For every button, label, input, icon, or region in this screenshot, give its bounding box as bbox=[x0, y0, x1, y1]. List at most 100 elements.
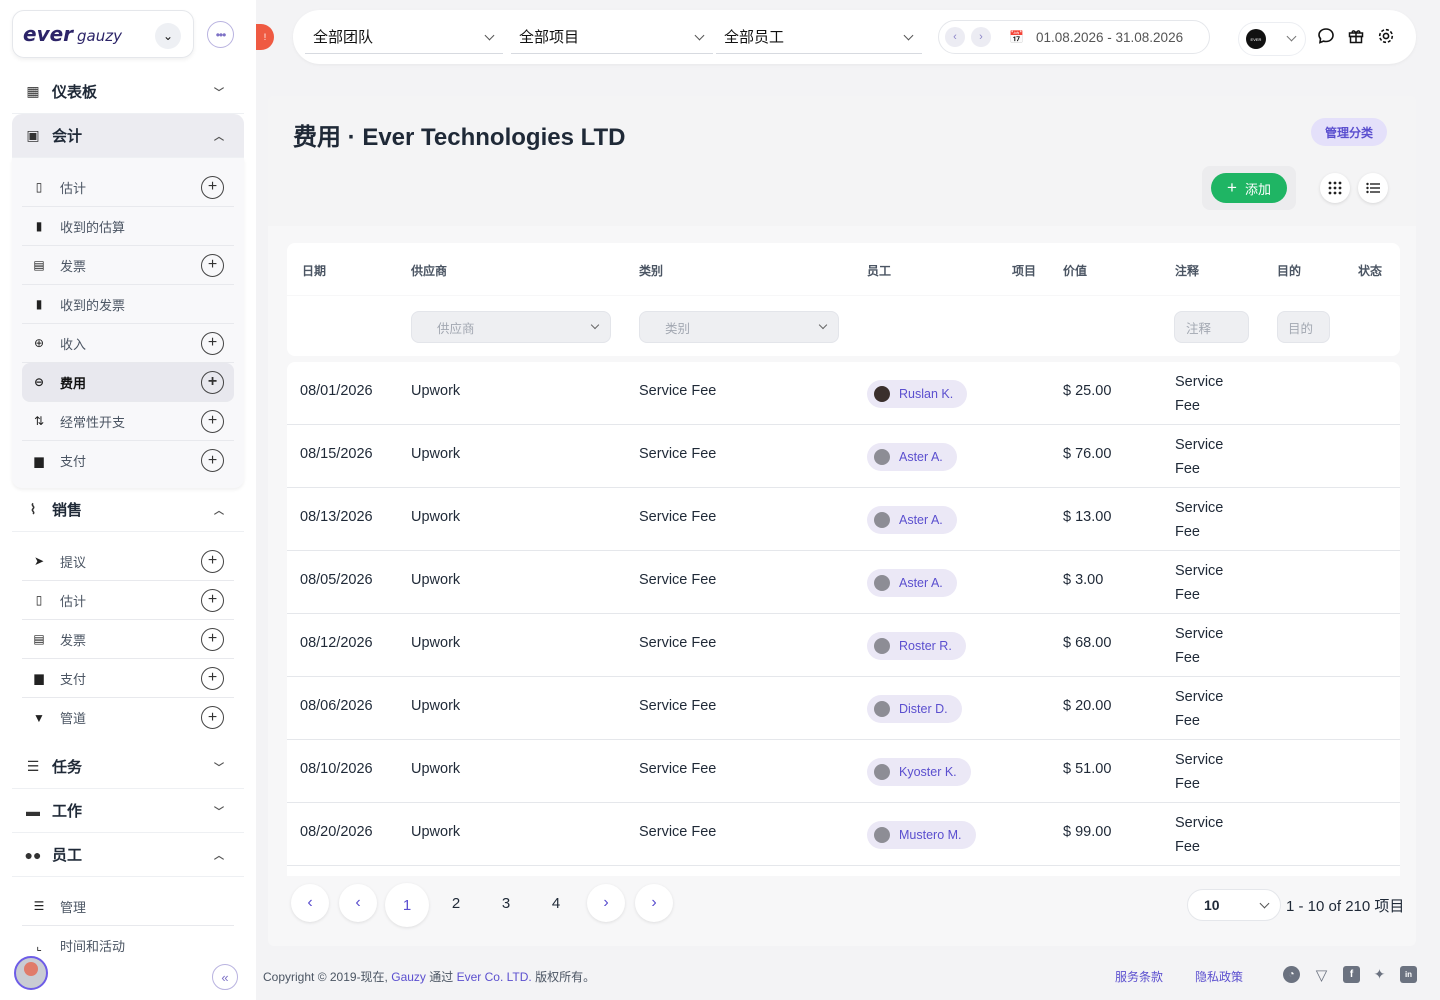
nav-group-0[interactable]: ▦ 仪表板 ﹀ bbox=[12, 70, 244, 114]
column-date[interactable]: 日期 bbox=[302, 262, 326, 279]
employee-badge[interactable]: Roster R. bbox=[867, 632, 966, 660]
settings-icon[interactable] bbox=[1376, 26, 1396, 46]
table-row[interactable]: 08/10/2026 Upwork Service Fee Kyoster K. $ 5… bbox=[287, 740, 1400, 803]
user-avatar[interactable] bbox=[14, 956, 48, 990]
chevron-up-icon[interactable]: ︿ bbox=[214, 502, 224, 517]
nav-group-1[interactable]: ▣ 会计 ︿ bbox=[12, 114, 244, 158]
chat-icon[interactable] bbox=[1316, 26, 1336, 46]
add-icon[interactable]: + bbox=[201, 666, 224, 690]
employee-badge[interactable]: Dister D. bbox=[867, 695, 962, 723]
linkedin-icon[interactable]: in bbox=[1400, 966, 1417, 983]
team-select[interactable]: 全部团队 bbox=[305, 20, 503, 54]
column-notes[interactable]: 注释 bbox=[1175, 262, 1199, 279]
per-page-select[interactable]: 10 bbox=[1187, 889, 1281, 921]
employee-badge[interactable]: Aster A. bbox=[867, 506, 957, 534]
table-row[interactable]: 08/01/2026 Upwork Service Fee Ruslan K. $ 25… bbox=[287, 362, 1400, 425]
list-view-icon[interactable] bbox=[1358, 173, 1388, 203]
add-icon[interactable]: + bbox=[201, 588, 224, 612]
prev-page-icon[interactable]: ‹ bbox=[339, 884, 377, 922]
twitter-icon[interactable]: ✦ bbox=[1371, 966, 1388, 983]
page-1-button[interactable]: 1 bbox=[385, 883, 429, 927]
next-period-icon[interactable]: › bbox=[971, 27, 991, 47]
privacy-link[interactable]: 隐私政策 bbox=[1195, 968, 1243, 985]
table-row[interactable]: 08/12/2026 Upwork Service Fee Roster R. $ 68… bbox=[287, 614, 1400, 677]
company-link[interactable]: Ever Co. LTD. bbox=[457, 970, 532, 984]
sidebar-item[interactable]: ☰ 管理 bbox=[22, 887, 234, 926]
table-row[interactable]: 08/13/2026 Upwork Service Fee Aster A. $ 13.… bbox=[287, 488, 1400, 551]
gitlab-icon[interactable]: ▽ bbox=[1313, 966, 1330, 984]
sidebar-item[interactable]: ▼ 管道 + bbox=[22, 698, 234, 737]
notification-tab[interactable]: ! bbox=[256, 24, 274, 50]
next-page-icon[interactable]: › bbox=[587, 884, 625, 922]
sidebar-item[interactable]: ▤ 发票 + bbox=[22, 246, 234, 285]
add-icon[interactable]: + bbox=[201, 706, 224, 729]
sidebar-item[interactable]: ⊕ 收入 + bbox=[22, 324, 234, 363]
sidebar-item[interactable]: ▆ 支付 + bbox=[22, 441, 234, 480]
category-filter[interactable]: 类别 bbox=[639, 311, 839, 343]
terms-link[interactable]: 服务条款 bbox=[1115, 968, 1163, 985]
table-row[interactable]: 08/06/2026 Upwork Service Fee Dister D. $ 20… bbox=[287, 677, 1400, 740]
more-options-icon[interactable]: ••• bbox=[207, 21, 234, 48]
date-range-picker[interactable]: ‹ › 📅 01.08.2026 - 31.08.2026 bbox=[938, 20, 1210, 54]
sidebar-item[interactable]: ⌞ 时间和活动 bbox=[22, 926, 234, 954]
add-icon[interactable]: + bbox=[201, 627, 224, 651]
add-icon[interactable]: + bbox=[201, 253, 224, 277]
chevron-down-icon[interactable]: ⌄ bbox=[155, 23, 181, 49]
chevron-up-icon[interactable]: ︿ bbox=[214, 128, 224, 143]
sidebar-item[interactable]: ▮ 收到的估算 bbox=[22, 207, 234, 246]
chevron-up-icon[interactable]: ︿ bbox=[214, 847, 224, 862]
manage-categories-button[interactable]: 管理分类 bbox=[1311, 118, 1387, 146]
github-icon[interactable]: ◔ bbox=[1283, 966, 1300, 983]
add-icon[interactable]: + bbox=[201, 331, 224, 355]
sidebar-item[interactable]: ▯ 估计 + bbox=[22, 581, 234, 620]
add-icon[interactable]: + bbox=[201, 549, 224, 573]
gauzy-link[interactable]: Gauzy bbox=[391, 970, 426, 984]
chevron-down-icon[interactable]: ﹀ bbox=[214, 759, 224, 774]
nav-group-3[interactable]: ☰ 任务 ﹀ bbox=[12, 745, 244, 789]
sidebar-item[interactable]: ⊖ 费用 + bbox=[22, 363, 234, 402]
employee-badge[interactable]: Aster A. bbox=[867, 443, 957, 471]
page-3-button[interactable]: 3 bbox=[487, 884, 525, 922]
nav-group-2[interactable]: ⌇ 销售 ︿ bbox=[12, 488, 244, 532]
page-4-button[interactable]: 4 bbox=[537, 884, 575, 922]
sidebar-item[interactable]: ⇅ 经常性开支 + bbox=[22, 402, 234, 441]
employee-badge[interactable]: Ruslan K. bbox=[867, 380, 968, 408]
add-icon[interactable]: + bbox=[201, 409, 224, 433]
add-expense-button[interactable]: + 添加 bbox=[1211, 173, 1287, 203]
add-icon[interactable]: + bbox=[201, 449, 224, 472]
vendor-filter[interactable]: 供应商 bbox=[411, 311, 611, 343]
chevron-down-icon[interactable]: ﹀ bbox=[214, 84, 224, 99]
prev-period-icon[interactable]: ‹ bbox=[945, 27, 965, 47]
column-category[interactable]: 类别 bbox=[639, 262, 663, 279]
gift-icon[interactable] bbox=[1346, 26, 1366, 46]
column-project[interactable]: 项目 bbox=[1012, 262, 1036, 279]
column-vendor[interactable]: 供应商 bbox=[411, 262, 447, 279]
sidebar-item[interactable]: ▆ 支付 + bbox=[22, 659, 234, 698]
column-purpose[interactable]: 目的 bbox=[1277, 262, 1301, 279]
chevron-down-icon[interactable]: ﹀ bbox=[214, 803, 224, 818]
collapse-sidebar-icon[interactable]: « bbox=[212, 964, 238, 990]
add-icon[interactable]: + bbox=[201, 175, 224, 199]
column-status[interactable]: 状态 bbox=[1358, 262, 1382, 279]
table-row[interactable] bbox=[287, 866, 1400, 876]
purpose-filter-input[interactable]: 目的 bbox=[1277, 311, 1330, 343]
table-row[interactable]: 08/15/2026 Upwork Service Fee Aster A. $ 76.… bbox=[287, 425, 1400, 488]
facebook-icon[interactable]: f bbox=[1343, 966, 1360, 983]
employee-select[interactable]: 全部员工 bbox=[716, 20, 922, 54]
column-employee[interactable]: 员工 bbox=[867, 262, 891, 279]
project-select[interactable]: 全部项目 bbox=[511, 20, 713, 54]
brand-switcher[interactable]: ever gauzy ⌄ bbox=[12, 10, 194, 58]
table-row[interactable]: 08/20/2026 Upwork Service Fee Mustero M. $ 9… bbox=[287, 803, 1400, 866]
grid-view-icon[interactable] bbox=[1320, 173, 1350, 203]
sidebar-item[interactable]: ▤ 发票 + bbox=[22, 620, 234, 659]
page-2-button[interactable]: 2 bbox=[437, 884, 475, 922]
organization-select[interactable]: EVER bbox=[1238, 22, 1306, 56]
sidebar-item[interactable]: ▯ 估计 + bbox=[22, 168, 234, 207]
employee-badge[interactable]: Aster A. bbox=[867, 569, 957, 597]
notes-filter-input[interactable]: 注释 bbox=[1174, 311, 1249, 343]
last-page-icon[interactable]: › bbox=[635, 884, 673, 922]
nav-group-5[interactable]: ●● 员工 ︿ bbox=[12, 833, 244, 877]
add-icon[interactable]: + bbox=[201, 370, 224, 394]
nav-group-4[interactable]: ▬ 工作 ﹀ bbox=[12, 789, 244, 833]
table-row[interactable]: 08/05/2026 Upwork Service Fee Aster A. $ 3.0… bbox=[287, 551, 1400, 614]
